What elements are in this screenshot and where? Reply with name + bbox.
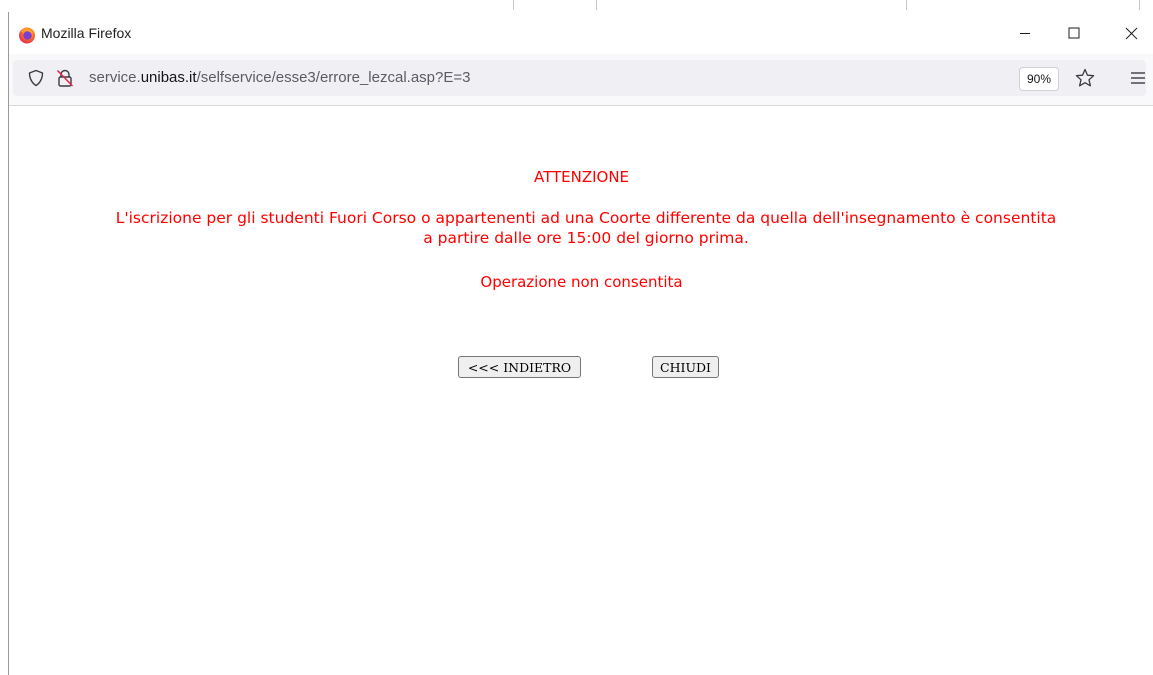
close-page-button[interactable]: CHIUDI xyxy=(652,356,719,378)
background-divider xyxy=(596,0,597,10)
maximize-icon xyxy=(1068,27,1080,39)
error-message-line-1: L'iscrizione per gli studenti Fuori Cors… xyxy=(115,209,1057,227)
back-button[interactable]: <<< INDIETRO xyxy=(458,356,581,378)
background-divider xyxy=(1139,0,1140,10)
background-divider xyxy=(513,0,514,10)
url-text[interactable]: service.unibas.it/selfservice/esse3/erro… xyxy=(89,69,470,86)
zoom-level-button[interactable]: 90% xyxy=(1019,67,1059,91)
navigation-bar: service.unibas.it/selfservice/esse3/erro… xyxy=(9,54,1153,106)
browser-window: Mozilla Firefox service.unibas.it/selfse… xyxy=(8,12,1153,675)
url-path: /selfservice/esse3/errore_lezcal.asp?E=3 xyxy=(196,69,471,86)
maximize-button[interactable] xyxy=(1051,12,1097,54)
error-message: L'iscrizione per gli studenti Fuori Cors… xyxy=(9,208,1153,248)
title-bar[interactable]: Mozilla Firefox xyxy=(9,12,1153,54)
background-window-strip xyxy=(0,0,1153,12)
page-heading: ATTENZIONE xyxy=(533,168,630,186)
close-icon xyxy=(1125,27,1137,39)
page-content: ATTENZIONE L'iscrizione per gli studenti… xyxy=(9,106,1153,675)
window-title: Mozilla Firefox xyxy=(41,25,132,41)
close-button[interactable] xyxy=(1108,12,1153,54)
minimize-icon xyxy=(1020,33,1030,34)
insecure-lock-icon[interactable] xyxy=(55,68,75,88)
background-divider xyxy=(906,0,907,10)
firefox-icon xyxy=(19,27,35,44)
url-bar[interactable]: service.unibas.it/selfservice/esse3/erro… xyxy=(13,60,1146,96)
minimize-button[interactable] xyxy=(1002,12,1048,54)
error-message-line-2: a partire dalle ore 15:00 del giorno pri… xyxy=(423,229,749,247)
shield-icon[interactable] xyxy=(27,69,45,87)
url-domain: unibas.it xyxy=(140,69,197,86)
bookmark-star-icon[interactable] xyxy=(1074,67,1096,89)
url-prefix: service. xyxy=(89,69,141,86)
status-message: Operazione non consentita xyxy=(480,273,683,291)
hamburger-menu-icon[interactable] xyxy=(1129,70,1147,86)
